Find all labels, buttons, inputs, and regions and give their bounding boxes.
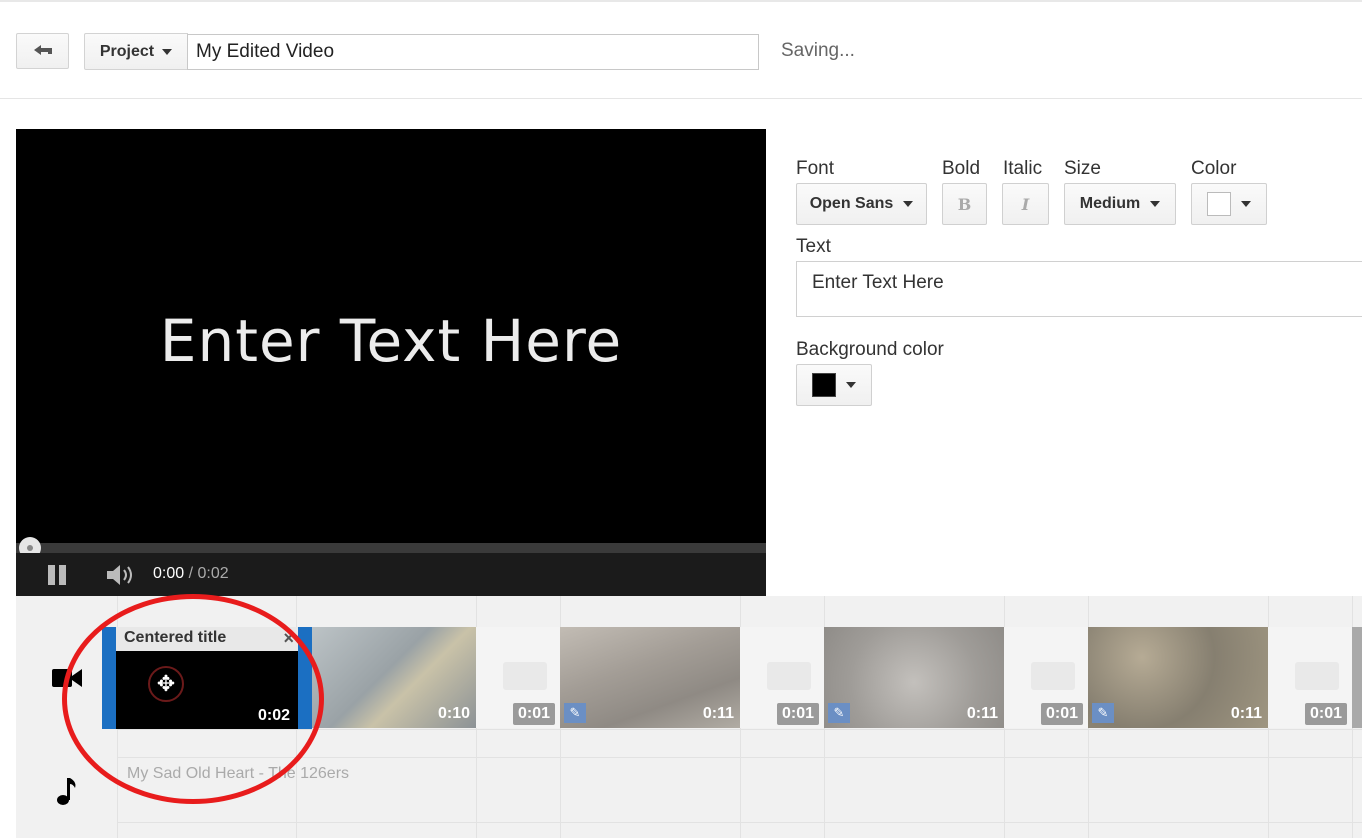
clip-duration: 0:02 — [257, 707, 290, 724]
bold-label: Bold — [942, 158, 981, 179]
italic-label: Italic — [1003, 158, 1043, 179]
chevron-down-icon — [1150, 201, 1161, 207]
time-display: 0:00 / 0:02 — [153, 565, 229, 583]
clip-duration: 0:11 — [1230, 705, 1262, 722]
volume-icon[interactable] — [105, 563, 137, 587]
transition-duration: 0:01 — [776, 703, 819, 725]
transition[interactable]: 0:01 — [1004, 627, 1088, 728]
font-dropdown[interactable]: Open Sans — [796, 183, 927, 225]
font-label: Font — [796, 158, 835, 179]
transition-placeholder — [1031, 662, 1075, 690]
save-status: Saving... — [781, 40, 855, 61]
music-note-icon — [57, 778, 76, 805]
trim-handle-right[interactable] — [298, 627, 312, 729]
video-clip[interactable] — [1352, 627, 1362, 728]
italic-button[interactable]: I — [1002, 183, 1049, 225]
text-color-picker[interactable] — [1191, 183, 1267, 225]
magic-wand-icon[interactable]: ✎ — [1092, 703, 1114, 723]
chevron-down-icon — [846, 382, 856, 388]
chevron-down-icon — [162, 48, 173, 55]
italic-icon: I — [1021, 194, 1030, 214]
chevron-down-icon — [1241, 201, 1251, 207]
transition[interactable]: 0:01 — [476, 627, 560, 728]
bold-button[interactable]: B — [942, 183, 987, 225]
transition[interactable]: 0:01 — [740, 627, 824, 728]
close-icon[interactable]: × — [283, 628, 294, 649]
clip-header: Centered title × — [116, 627, 298, 651]
size-dropdown[interactable]: Medium — [1064, 183, 1176, 225]
preview-overlay-text: Enter Text Here — [159, 307, 623, 375]
magic-wand-icon[interactable]: ✎ — [828, 703, 850, 723]
background-color-swatch — [812, 373, 836, 397]
video-title-input[interactable] — [187, 34, 759, 70]
audio-track-label[interactable]: My Sad Old Heart - The 126ers — [127, 765, 349, 783]
transition-duration: 0:01 — [1040, 703, 1083, 725]
size-value: Medium — [1079, 195, 1141, 212]
video-clip[interactable]: ✎ 0:11 — [824, 627, 1004, 728]
trim-handle-left[interactable] — [102, 627, 116, 729]
pause-button[interactable] — [48, 565, 68, 585]
text-label: Text — [796, 236, 831, 257]
clip-duration: 0:10 — [437, 705, 470, 722]
transition-placeholder — [1295, 662, 1339, 690]
clip-duration: 0:11 — [702, 705, 734, 722]
video-camera-icon — [52, 669, 82, 687]
transition[interactable]: 0:01 — [1268, 627, 1352, 728]
size-label: Size — [1064, 158, 1101, 179]
project-menu-button[interactable]: Project — [84, 33, 188, 70]
player-controls: 0:00 / 0:02 — [16, 553, 766, 596]
background-color-picker[interactable] — [796, 364, 872, 406]
back-arrow-icon — [33, 45, 52, 55]
background-color-label: Background color — [796, 339, 944, 360]
transition-placeholder — [503, 662, 547, 690]
video-player[interactable]: Enter Text Here 0:00 / 0:02 — [16, 129, 766, 596]
clip-duration: 0:11 — [966, 705, 998, 722]
project-label: Project — [99, 42, 155, 60]
clip-title: Centered title — [124, 629, 227, 646]
magic-wand-icon[interactable]: ✎ — [564, 703, 586, 723]
progress-bar[interactable] — [16, 543, 766, 553]
video-clip[interactable]: ✎ 0:11 — [560, 627, 740, 728]
selected-title-clip[interactable]: Centered title × ✥ 0:02 — [102, 627, 312, 729]
duration: / 0:02 — [188, 565, 229, 582]
overlay-text-input[interactable]: Enter Text Here — [796, 261, 1362, 317]
back-button[interactable] — [16, 33, 69, 69]
transition-placeholder — [767, 662, 811, 690]
text-color-swatch — [1207, 192, 1231, 216]
timeline: 0:10 0:01 ✎ 0:11 0:01 ✎ 0:11 0:01 ✎ 0:11… — [16, 596, 1362, 838]
transition-duration: 0:01 — [1304, 703, 1347, 725]
current-time: 0:00 — [153, 565, 185, 582]
video-clip[interactable]: 0:10 — [312, 627, 476, 728]
transition-duration: 0:01 — [512, 703, 555, 725]
header-bar: Project Saving... — [0, 2, 1362, 99]
move-icon[interactable]: ✥ — [148, 666, 184, 702]
bold-icon: B — [957, 194, 972, 214]
color-label: Color — [1191, 158, 1237, 179]
chevron-down-icon — [903, 201, 914, 207]
font-value: Open Sans — [809, 195, 894, 212]
video-clip[interactable]: ✎ 0:11 — [1088, 627, 1268, 728]
